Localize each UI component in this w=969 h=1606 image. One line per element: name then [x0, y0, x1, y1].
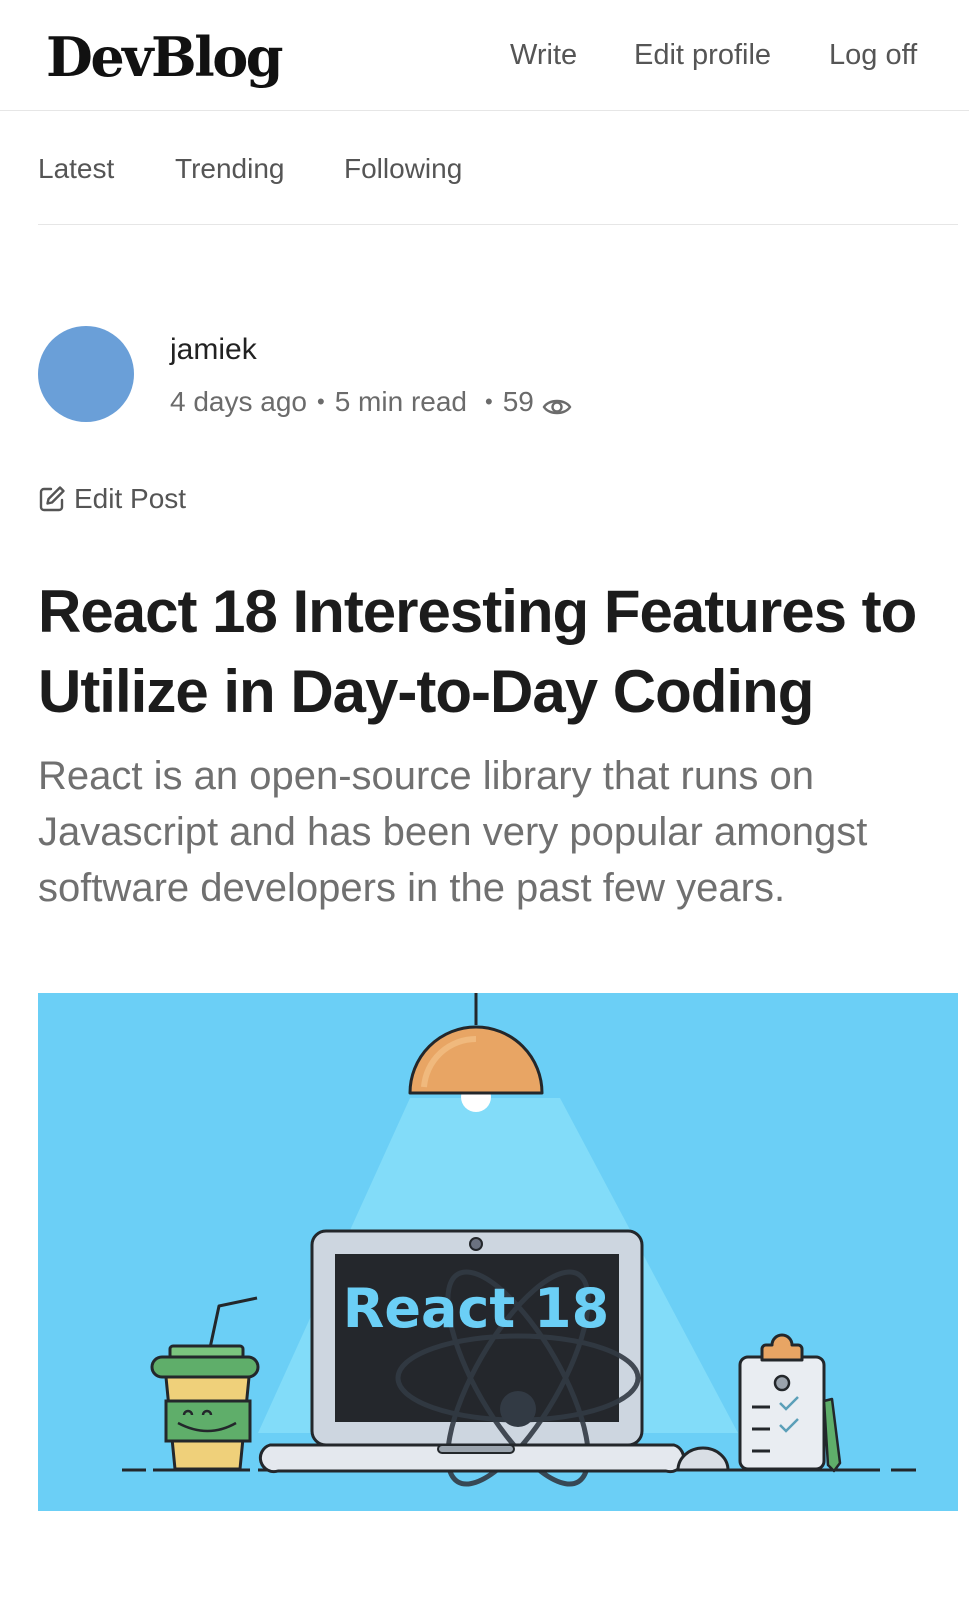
edit-profile-link[interactable]: Edit profile	[634, 37, 771, 73]
hero-illustration: React 18	[122, 993, 916, 1487]
tab-following[interactable]: Following	[344, 151, 462, 187]
author-avatar[interactable]	[38, 326, 134, 422]
post-meta: 4 days ago • 5 min read • 59	[170, 384, 572, 420]
app-header: DevBlog Write Edit profile Log off	[0, 0, 969, 111]
write-link[interactable]: Write	[510, 37, 577, 73]
log-off-link[interactable]: Log off	[829, 37, 917, 73]
post-title: React 18 Interesting Features to Utilize…	[38, 578, 917, 725]
eye-icon	[542, 391, 572, 415]
hero-title-text: React 18	[343, 1277, 609, 1340]
meta-separator: •	[317, 389, 325, 414]
edit-post-label: Edit Post	[74, 483, 187, 514]
post-date: 4 days ago	[170, 386, 307, 417]
meta-separator: •	[485, 389, 493, 414]
tab-latest[interactable]: Latest	[38, 151, 114, 187]
post-hero-image: React 18	[38, 993, 958, 1511]
post-subtitle: React is an open-source library that run…	[38, 754, 868, 910]
view-count: 59	[502, 386, 534, 417]
feed-tabs: Latest Trending Following	[38, 111, 958, 225]
logo[interactable]: DevBlog	[46, 24, 284, 90]
read-time: 5 min read	[334, 386, 467, 417]
tab-trending[interactable]: Trending	[175, 151, 284, 187]
author-name[interactable]: jamiek	[170, 331, 257, 369]
edit-icon	[39, 486, 65, 512]
edit-post-button[interactable]: Edit Post	[38, 481, 186, 517]
